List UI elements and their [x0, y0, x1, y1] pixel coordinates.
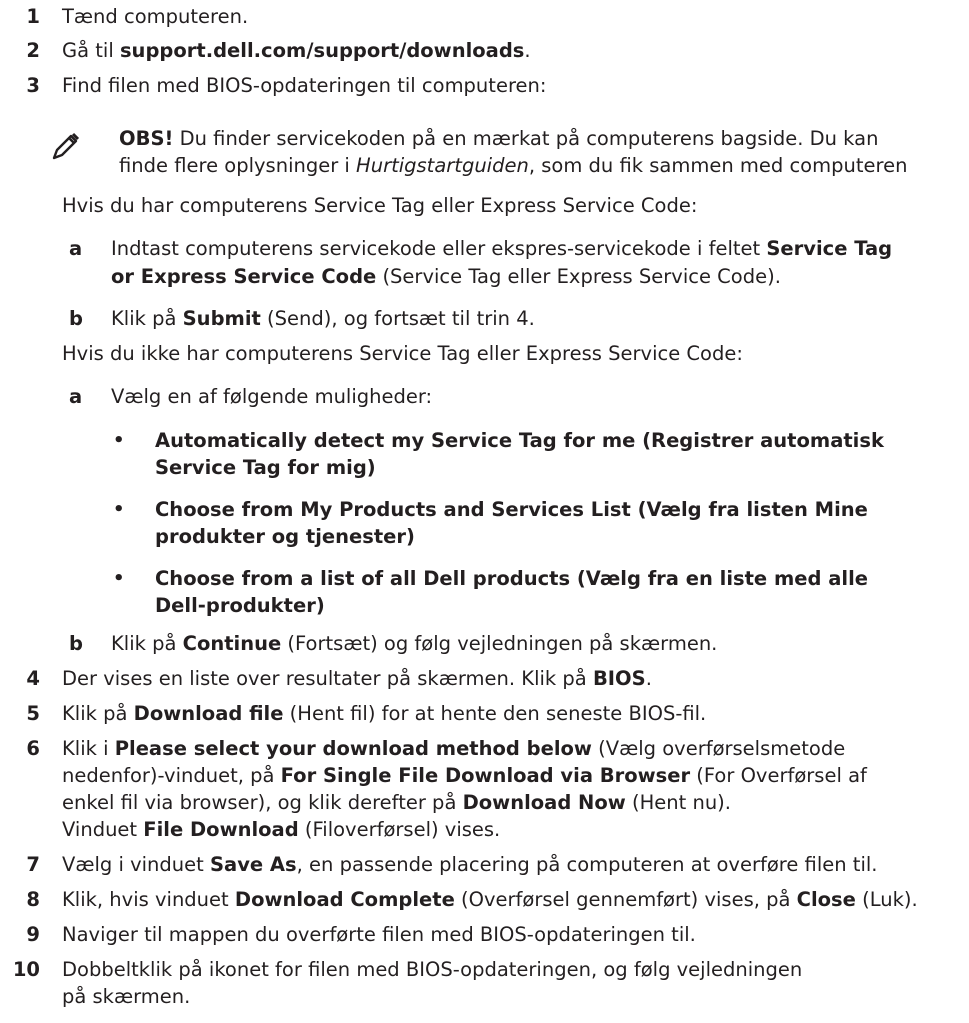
- bold-text: Continue: [182, 632, 282, 655]
- substep-label: a: [69, 385, 83, 408]
- document-page: 1 Tænd computeren. 2 Gå til support.dell…: [0, 0, 969, 1023]
- step-number: 8: [26, 888, 40, 911]
- text-run: Dobbeltklik på ikonet for filen med BIOS…: [62, 958, 803, 981]
- substep-text: Vælg en af følgende muligheder:: [111, 385, 433, 408]
- option-text-line: Choose from My Products and Services Lis…: [155, 498, 868, 521]
- step-6-text-line: Vinduet File Download (Filoverførsel) vi…: [62, 817, 500, 843]
- bold-text: or Express Service Code: [111, 265, 377, 288]
- text-run: (Vælg overførselsmetode: [591, 737, 846, 760]
- text-run: (Service Tag eller Express Service Code)…: [376, 265, 781, 288]
- bold-text: Service Tag: [766, 237, 893, 260]
- bold-text: Close: [796, 888, 856, 911]
- text-run: Indtast computerens servicekode eller ek…: [111, 237, 767, 260]
- bold-text: Save As: [210, 853, 297, 876]
- text-run: Du finder servicekoden på en mærkat på c…: [173, 127, 879, 150]
- bold-text: OBS!: [119, 127, 174, 150]
- step-number: 1: [26, 5, 40, 28]
- bold-text: support.dell.com/support/downloads: [119, 39, 525, 62]
- step-number: 9: [26, 923, 40, 946]
- note-line: OBS! Du finder servicekoden på en mærkat…: [119, 126, 878, 152]
- step-number: 10: [12, 958, 40, 981]
- bold-text: BIOS: [592, 667, 646, 690]
- bullet: •: [113, 568, 125, 589]
- step-4-text: Der vises en liste over resultater på sk…: [62, 666, 652, 692]
- step-5-text: Klik på Download file (Hent fil) for at …: [62, 701, 706, 727]
- text-run: Klik, hvis vinduet: [62, 888, 235, 911]
- bullet: •: [113, 499, 125, 520]
- text-run: enkel fil via browser), og klik derefter…: [62, 791, 463, 814]
- note-line: finde flere oplysninger i Hurtigstartgui…: [119, 153, 907, 179]
- substep-text-line: Indtast computerens servicekode eller ek…: [111, 236, 892, 262]
- substep-text-line: or Express Service Code (Service Tag ell…: [111, 264, 781, 290]
- text-run: (Fortsæt) og følg vejledningen på skærme…: [281, 632, 718, 655]
- text-run: nedenfor)-vinduet, på: [62, 764, 281, 787]
- option-text-line: Choose from a list of all Dell products …: [155, 567, 868, 590]
- substep-text-line: Klik på Continue (Fortsæt) og følg vejle…: [111, 631, 717, 657]
- text-run: .: [524, 39, 531, 62]
- text-run: Klik på: [62, 702, 134, 725]
- text-run: på skærmen.: [62, 985, 191, 1008]
- text-run: Klik på: [111, 307, 183, 330]
- text-run: Klik i: [62, 737, 115, 760]
- text-run: Naviger til mappen du overførte filen me…: [62, 923, 696, 946]
- option-text-line: Dell-produkter): [155, 594, 325, 617]
- text-run: (For Overførsel af: [690, 764, 867, 787]
- text-run: .: [645, 667, 652, 690]
- text-run: (Luk).: [855, 888, 918, 911]
- text-run: , som du fik sammen med computeren: [528, 154, 908, 177]
- text-run: , en passende placering på computeren at…: [296, 853, 878, 876]
- step-number: 2: [26, 39, 40, 62]
- option-text-line: Service Tag for mig): [155, 456, 376, 479]
- substep-label: b: [69, 307, 83, 330]
- text-run: Gå til: [62, 39, 120, 62]
- step-3-text: Find filen med BIOS-opdateringen til com…: [62, 73, 546, 99]
- option-text-line: produkter og tjenester): [155, 525, 415, 548]
- step-6-text-line: Klik i Please select your download metho…: [62, 736, 845, 762]
- step-10-text-line: Dobbeltklik på ikonet for filen med BIOS…: [62, 957, 802, 983]
- conditional-heading: Hvis du har computerens Service Tag elle…: [62, 194, 698, 217]
- option-text-line: Automatically detect my Service Tag for …: [155, 429, 884, 452]
- step-6-text-line: enkel fil via browser), og klik derefter…: [62, 790, 731, 816]
- text-run: Vinduet: [62, 818, 144, 841]
- text-run: (Filoverførsel) vises.: [298, 818, 501, 841]
- step-number: 7: [26, 853, 40, 876]
- step-number: 6: [26, 737, 40, 760]
- text-run: finde flere oplysninger i: [119, 154, 357, 177]
- substep-label: a: [69, 237, 83, 260]
- step-number: 4: [26, 667, 40, 690]
- text-run: (Hent fil) for at hente den seneste BIOS…: [283, 702, 707, 725]
- step-10-text-line: på skærmen.: [62, 984, 190, 1010]
- substep-text-line: Klik på Submit (Send), og fortsæt til tr…: [111, 306, 535, 332]
- bold-text: Download Now: [462, 791, 626, 814]
- step-1-text: Tænd computeren.: [62, 4, 248, 30]
- bold-text: Download file: [133, 702, 284, 725]
- text-run: (Hent nu).: [625, 791, 731, 814]
- step-number: 3: [26, 74, 40, 97]
- text-run: Tænd computeren.: [62, 5, 249, 28]
- step-8-text: Klik, hvis vinduet Download Complete (Ov…: [62, 887, 918, 913]
- bold-text: File Download: [143, 818, 299, 841]
- pencil-note-icon: [52, 132, 80, 160]
- text-run: Vælg i vinduet: [62, 853, 210, 876]
- bullet: •: [113, 430, 125, 451]
- text-run: Find filen med BIOS-opdateringen til com…: [62, 74, 547, 97]
- text-run: (Overførsel gennemført) vises, på: [454, 888, 797, 911]
- bold-text: Please select your download method below: [114, 737, 592, 760]
- step-9-text: Naviger til mappen du overførte filen me…: [62, 922, 696, 948]
- step-2-text: Gå til support.dell.com/support/download…: [62, 38, 531, 64]
- bold-text: Submit: [182, 307, 261, 330]
- step-7-text: Vælg i vinduet Save As, en passende plac…: [62, 852, 878, 878]
- text-run: Klik på: [111, 632, 183, 655]
- bold-text: Download Complete: [234, 888, 455, 911]
- bold-text: For Single File Download via Browser: [280, 764, 691, 787]
- text-run: Der vises en liste over resultater på sk…: [62, 667, 593, 690]
- substep-label: b: [69, 632, 83, 655]
- conditional-heading: Hvis du ikke har computerens Service Tag…: [62, 342, 743, 365]
- text-run: (Send), og fortsæt til trin 4.: [260, 307, 535, 330]
- step-number: 5: [26, 702, 40, 725]
- italic-text: Hurtigstartguiden: [356, 154, 529, 177]
- step-6-text-line: nedenfor)-vinduet, på For Single File Do…: [62, 763, 867, 789]
